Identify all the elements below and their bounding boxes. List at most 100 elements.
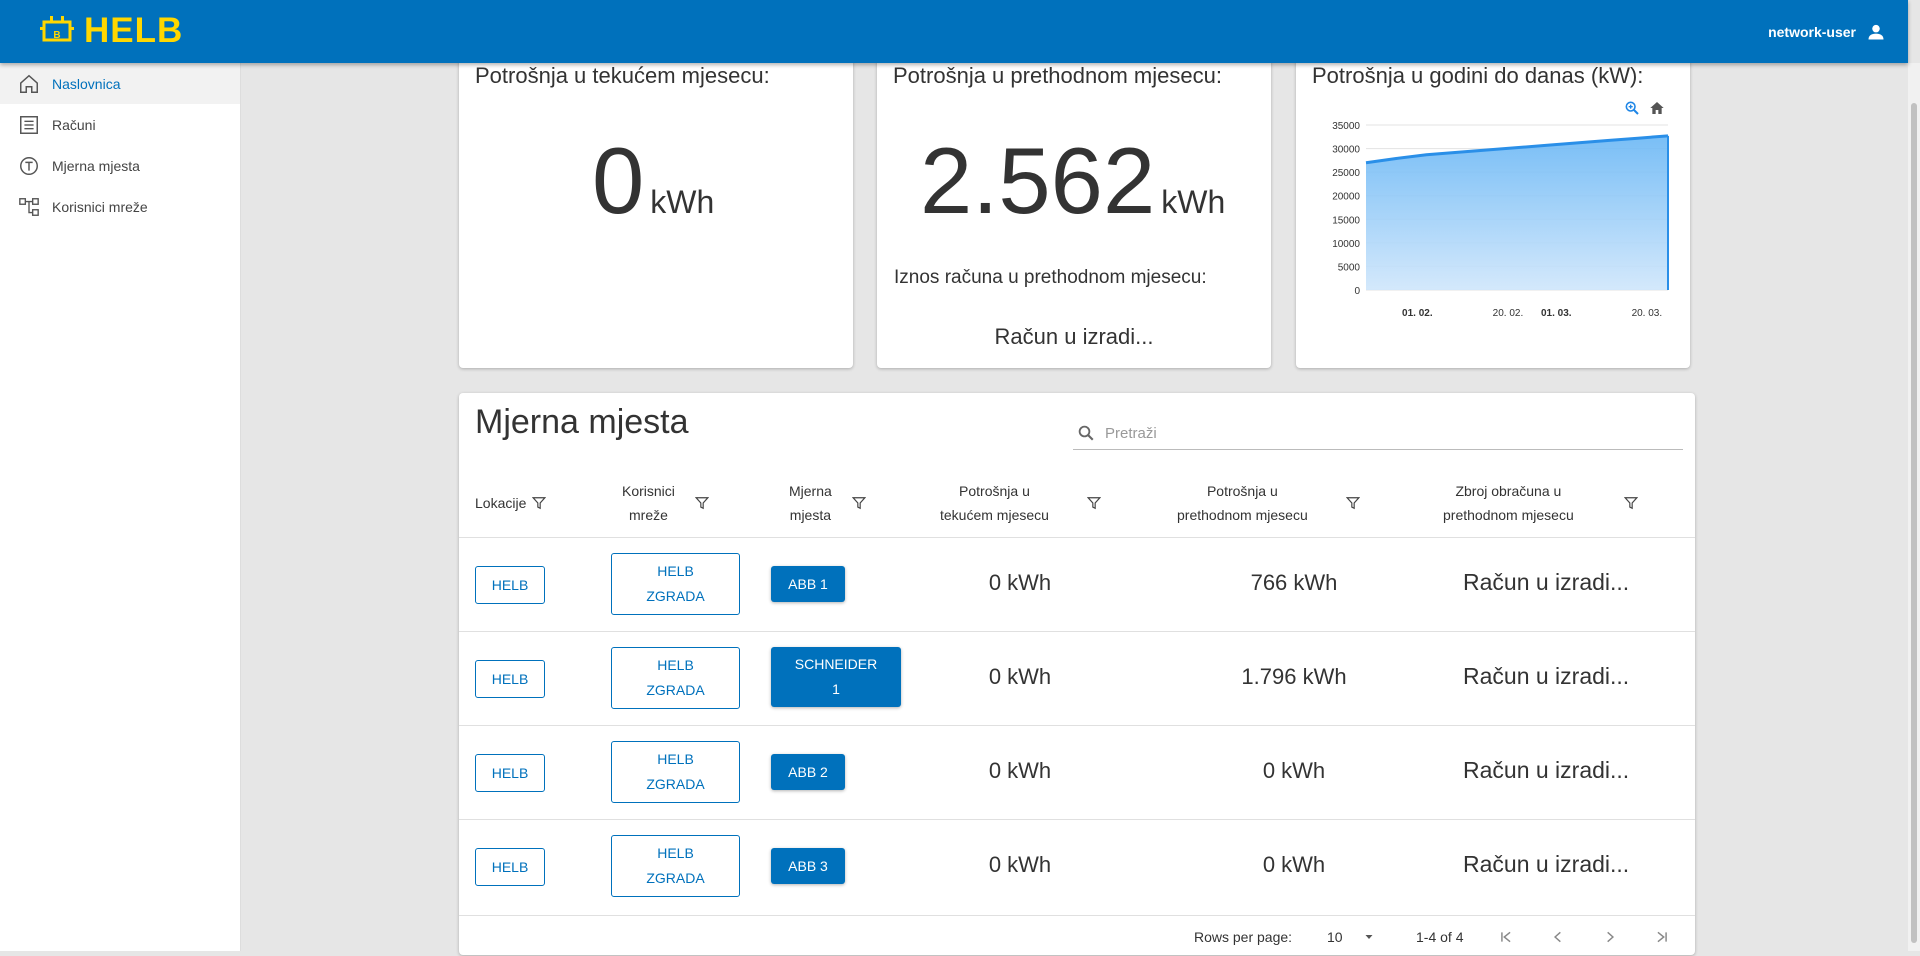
- card-previous-month: Potrošnja u prethodnom mjesecu: 2.562 kWh…: [877, 58, 1271, 368]
- scroll-thumb[interactable]: [1911, 103, 1917, 943]
- network-user-line1: HELB: [657, 563, 694, 579]
- network-user-line1: HELB: [657, 845, 694, 861]
- y-tick-label: 35000: [1332, 121, 1360, 132]
- filter-icon[interactable]: [851, 496, 866, 510]
- network-user-line2: ZGRADA: [646, 870, 705, 886]
- location-button[interactable]: HELB: [475, 754, 545, 792]
- sidebar-item-racuni[interactable]: Računi: [0, 104, 240, 145]
- chevron-down-icon: [1365, 935, 1373, 939]
- network-user-button[interactable]: HELB ZGRADA: [611, 647, 740, 709]
- location-button[interactable]: HELB: [475, 566, 545, 604]
- header-label-wrap: Korisnici mreže: [622, 479, 675, 527]
- header-zbroj-obracuna[interactable]: Zbroj obračuna u prethodnom mjesecu: [1443, 463, 1638, 543]
- network-user-button[interactable]: HELB ZGRADA: [611, 835, 740, 897]
- sidebar-item-label: Mjerna mjesta: [52, 157, 140, 174]
- location-button[interactable]: HELB: [475, 660, 545, 698]
- card-yearly-chart: Potrošnja u godini do danas (kW): 35000 3…: [1296, 58, 1690, 368]
- network-user-line2: ZGRADA: [646, 776, 705, 792]
- user-name: network-user: [1768, 24, 1856, 40]
- header-label-line2: mreže: [629, 507, 668, 523]
- network-user-button[interactable]: HELB ZGRADA: [611, 741, 740, 803]
- svg-text:B: B: [53, 30, 60, 41]
- header-label-wrap: Zbroj obračuna u prethodnom mjesecu: [1443, 479, 1574, 527]
- header-label-line2: tekućem mjesecu: [940, 507, 1049, 523]
- card-meter-table: Mjerna mjesta Lokacije Korisnici mreže Mj…: [459, 393, 1695, 955]
- sidebar-item-naslovnica[interactable]: Naslovnica: [0, 63, 240, 104]
- header-label-line2: prethodnom mjesecu: [1443, 507, 1574, 523]
- filter-icon[interactable]: [1086, 496, 1101, 510]
- header-label-line1: Mjerna: [789, 483, 832, 499]
- meter-label-line2: 1: [832, 681, 840, 697]
- search-box: [1073, 417, 1683, 450]
- sidebar-item-mjerna-mjesta[interactable]: Mjerna mjesta: [0, 145, 240, 186]
- network-user-label: HELB ZGRADA: [646, 653, 704, 703]
- last-page-icon[interactable]: [1655, 930, 1669, 944]
- logo-text: HELB: [84, 11, 184, 50]
- table-title: Mjerna mjesta: [475, 403, 689, 441]
- header-label: Lokacije: [475, 495, 527, 511]
- filter-icon[interactable]: [1623, 496, 1638, 510]
- sidebar-item-label: Naslovnica: [52, 75, 121, 92]
- previous-consumption-cell: 1.796 kWh: [1241, 664, 1347, 689]
- meter-button[interactable]: ABB 2: [771, 754, 845, 790]
- bill-cell: Račun u izradi...: [1463, 569, 1630, 595]
- previous-consumption-cell: 0 kWh: [1262, 758, 1326, 783]
- y-tick-label: 15000: [1332, 215, 1360, 226]
- network-user-button[interactable]: HELB ZGRADA: [611, 553, 740, 615]
- logo-icon: B: [40, 16, 74, 42]
- x-tick-label: 20. 03.: [1632, 308, 1663, 319]
- rows-per-page-select[interactable]: 10: [1327, 929, 1375, 945]
- header-label-line2: prethodnom mjesecu: [1177, 507, 1308, 523]
- meter-button[interactable]: ABB 1: [771, 566, 845, 602]
- network-user-line2: ZGRADA: [646, 682, 705, 698]
- top-bar: B HELB network-user: [0, 0, 1908, 63]
- current-consumption-value: 0 kWh: [592, 134, 714, 249]
- next-page-icon[interactable]: [1603, 930, 1617, 944]
- yearly-area-chart: 35000 30000 25000 20000 15000 10000 5000 0 01. 0…: [1332, 121, 1669, 319]
- header-label-line1: Korisnici: [622, 483, 675, 499]
- header-lokacije[interactable]: Lokacije: [475, 463, 547, 543]
- bill-label: Iznos računa u prethodnom mjesecu:: [894, 267, 1207, 288]
- table-row: HELB HELB ZGRADA ABB 1 0 kWh 766 kWh Raču…: [459, 537, 1695, 632]
- filter-icon[interactable]: [694, 496, 709, 510]
- filter-icon[interactable]: [1345, 496, 1360, 510]
- first-page-icon[interactable]: [1499, 930, 1513, 944]
- header-mjerna-mjesta[interactable]: Mjerna mjesta: [789, 463, 866, 543]
- card-title: Potrošnja u prethodnom mjesecu:: [893, 63, 1222, 88]
- header-potrosnja-tekuci[interactable]: Potrošnja u tekućem mjesecu: [940, 463, 1101, 543]
- network-icon: [19, 197, 39, 216]
- meter-label: ABB 3: [788, 857, 828, 874]
- page-scrollbar[interactable]: [1908, 63, 1920, 951]
- previous-page-icon[interactable]: [1551, 930, 1565, 944]
- current-consumption-cell: 0 kWh: [988, 664, 1052, 689]
- user-menu[interactable]: network-user: [1768, 22, 1886, 42]
- page-range: 1-4 of 4: [1416, 929, 1464, 945]
- logo[interactable]: B HELB: [40, 12, 183, 50]
- meter-button[interactable]: ABB 3: [771, 848, 845, 884]
- table-row: HELB HELB ZGRADA SCHNEIDER 1 0 kWh 1.796 k…: [459, 631, 1695, 726]
- header-label-line1: Potrošnja u: [959, 483, 1030, 499]
- meter-icon: [20, 156, 38, 175]
- y-tick-label: 25000: [1332, 168, 1360, 179]
- x-tick-label: 01. 03.: [1541, 308, 1572, 319]
- card-current-month: Potrošnja u tekućem mjesecu: 0 kWh: [459, 58, 853, 368]
- header-korisnici-mreze[interactable]: Korisnici mreže: [622, 463, 709, 543]
- network-user-line1: HELB: [657, 751, 694, 767]
- previous-consumption-cell: 0 kWh: [1262, 852, 1326, 877]
- filter-icon[interactable]: [532, 496, 547, 510]
- table-row: HELB HELB ZGRADA ABB 3 0 kWh 0 kWh Račun …: [459, 819, 1695, 914]
- rows-per-page-value: 10: [1327, 929, 1343, 945]
- meter-label: ABB 1: [788, 575, 828, 592]
- table-pagination: Rows per page: 10 1-4 of 4: [459, 915, 1695, 956]
- search-icon: [1078, 425, 1094, 441]
- sidebar-item-korisnici-mreze[interactable]: Korisnici mreže: [0, 186, 240, 227]
- current-consumption-cell: 0 kWh: [988, 758, 1052, 783]
- x-tick-label: 20. 02.: [1493, 308, 1524, 319]
- location-button[interactable]: HELB: [475, 848, 545, 886]
- header-potrosnja-prethodni[interactable]: Potrošnja u prethodnom mjesecu: [1177, 463, 1360, 543]
- header-label-line2: mjesta: [789, 507, 832, 523]
- header-label-line1: Potrošnja u: [1206, 483, 1278, 499]
- search-input[interactable]: [1103, 423, 1667, 443]
- meter-button[interactable]: SCHNEIDER 1: [771, 647, 901, 707]
- bill-cell: Račun u izradi...: [1463, 851, 1630, 877]
